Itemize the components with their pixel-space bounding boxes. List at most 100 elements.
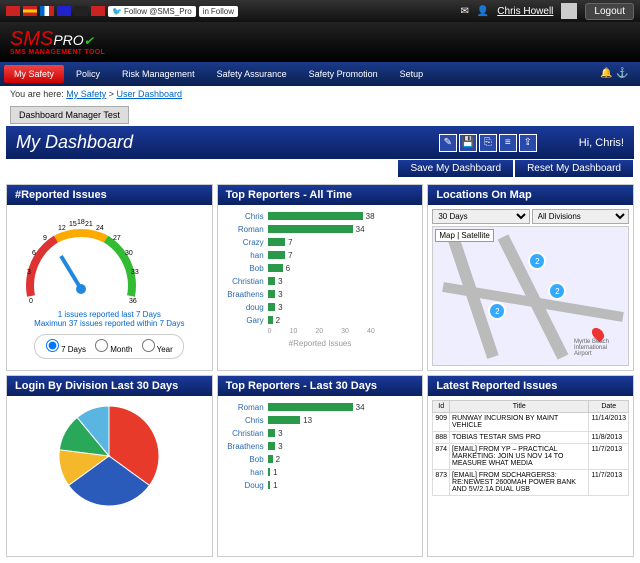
bar-row: Gary2 [220,314,421,326]
widget-title: Locations On Map [428,185,633,205]
breadcrumb: You are here: My Safety > User Dashboard [0,86,640,104]
header: SMSPRO✔ SMS MANAGEMENT TOOL [0,22,640,62]
breadcrumb-link[interactable]: My Safety [66,89,106,99]
nav-safety-promotion[interactable]: Safety Promotion [299,65,388,83]
bar-row: Roman34 [220,223,421,235]
breadcrumb-link[interactable]: User Dashboard [117,89,183,99]
bar-row: Bob2 [220,453,421,465]
logout-button[interactable]: Logout [585,3,634,20]
nav-policy[interactable]: Policy [66,65,110,83]
radio-month[interactable]: Month [95,339,132,354]
table-row[interactable]: 874[EMAIL] FROM YP – PRACTICAL MARKETING… [433,444,629,470]
map-type-toggle[interactable]: Map | Satellite [435,229,494,242]
map-division-select[interactable]: All Divisions [532,209,629,224]
nav-setup[interactable]: Setup [390,65,434,83]
nav-my-safety[interactable]: My Safety [4,65,64,83]
svg-text:30: 30 [125,250,133,257]
widget-title: Top Reporters - Last 30 Days [218,376,423,396]
bar-row: Chris38 [220,210,421,222]
svg-text:9: 9 [43,235,47,242]
dashboard-tab[interactable]: Dashboard Manager Test [10,106,129,124]
bar-row: Braathens3 [220,440,421,452]
radio-year[interactable]: Year [142,339,173,354]
flag-icon[interactable] [91,6,105,16]
page-title: My Dashboard [16,132,133,153]
linkedin-follow-button[interactable]: in Follow [199,6,238,17]
widget-locations-map: Locations On Map 30 Days All Divisions M… [427,184,634,371]
table-row[interactable]: 909RUNWAY INCURSION BY MAINT VEHICLE11/1… [433,413,629,432]
title-bar: My Dashboard ✎ 💾 ⎘ ≡ ⇪ Hi, Chris! [6,126,634,159]
gauge-chart: 036 333 630 927 1224 1521 18 [11,211,151,306]
widget-title: #Reported Issues [7,185,212,205]
svg-text:3: 3 [27,269,31,276]
bar-row: han1 [220,466,421,478]
nav-risk-management[interactable]: Risk Management [112,65,205,83]
widget-latest-issues: Latest Reported Issues Id Title Date 909… [427,375,634,557]
bar-chart: Roman34Chris13Christian3Braathens3Bob2ha… [218,396,423,556]
flag-icon[interactable] [57,6,71,16]
avatar [561,3,577,19]
bar-row: Bob6 [220,262,421,274]
nav-safety-assurance[interactable]: Safety Assurance [207,65,297,83]
flag-icon[interactable] [40,6,54,16]
svg-text:15: 15 [69,221,77,228]
bar-row: Christian3 [220,427,421,439]
widget-title: Top Reporters - All Time [218,185,423,205]
widget-top-reporters-30: Top Reporters - Last 30 Days Roman34Chri… [217,375,424,557]
gauge-subtitle: Maximun 37 issues reported within 7 Days [11,319,208,328]
save-dashboard-button[interactable]: Save My Dashboard [397,159,514,178]
svg-text:33: 33 [131,269,139,276]
svg-text:0: 0 [29,298,33,305]
bar-row: Chris13 [220,414,421,426]
col-date[interactable]: Date [589,401,629,413]
flag-icon[interactable] [6,6,20,16]
gauge-subtitle: 1 issues reported last 7 Days [11,310,208,319]
radio-7days[interactable]: 7 Days [46,339,86,354]
bar-row: Roman34 [220,401,421,413]
bar-row: doug3 [220,301,421,313]
time-range-selector: 7 Days Month Year [34,334,184,359]
bar-row: Doug1 [220,479,421,491]
logo: SMSPRO✔ [10,28,105,51]
widget-reported-issues: #Reported Issues 036 333 630 927 1224 15… [6,184,213,371]
widget-top-reporters-all: Top Reporters - All Time Chris38Roman34 C… [217,184,424,371]
svg-text:6: 6 [32,250,36,257]
list-icon[interactable]: ≡ [499,134,517,152]
table-row[interactable]: 873[EMAIL] FROM SDCHARGERS3: RE:NEWEST 2… [433,470,629,496]
issues-table: Id Title Date 909RUNWAY INCURSION BY MAI… [432,400,629,496]
pie-chart [54,401,164,511]
bar-row: Christian3 [220,275,421,287]
col-title[interactable]: Title [450,401,589,413]
anchor-icon[interactable]: ⚓ [616,68,628,80]
map-canvas[interactable]: Map | Satellite 2 2 2 Myrtle Beach Inter… [432,226,629,366]
save-icon[interactable]: 💾 [459,134,477,152]
bell-icon[interactable]: 🔔 [600,68,612,80]
logo-subtitle: SMS MANAGEMENT TOOL [10,49,105,56]
bar-row: han7 [220,249,421,261]
map-days-select[interactable]: 30 Days [432,209,529,224]
widget-login-division: Login By Division Last 30 Days [6,375,213,557]
copy-icon[interactable]: ⎘ [479,134,497,152]
greeting: Hi, Chris! [579,137,624,149]
flag-icon[interactable] [23,6,37,16]
twitter-follow-button[interactable]: 🐦 Follow @SMS_Pro [108,6,196,17]
edit-icon[interactable]: ✎ [439,134,457,152]
mail-icon[interactable]: ✉ [460,6,468,17]
reset-dashboard-button[interactable]: Reset My Dashboard [514,159,634,178]
top-bar: 🐦 Follow @SMS_Pro in Follow ✉ 👤 Chris Ho… [0,0,640,22]
flag-icon[interactable] [74,6,88,16]
user-name-link[interactable]: Chris Howell [497,6,553,17]
bar-row: Braathens3 [220,288,421,300]
svg-text:36: 36 [129,298,137,305]
widget-title: Latest Reported Issues [428,376,633,396]
svg-text:18: 18 [77,219,85,226]
share-icon[interactable]: ⇪ [519,134,537,152]
main-nav: My Safety Policy Risk Management Safety … [0,62,640,86]
svg-text:21: 21 [85,221,93,228]
svg-text:12: 12 [58,225,66,232]
svg-text:27: 27 [113,235,121,242]
user-icon[interactable]: 👤 [477,6,489,17]
map-label: Myrtle Beach International Airport [574,339,624,357]
table-row[interactable]: 888TOBIAS TESTAR SMS PRO11/8/2013 [433,432,629,444]
col-id[interactable]: Id [433,401,450,413]
